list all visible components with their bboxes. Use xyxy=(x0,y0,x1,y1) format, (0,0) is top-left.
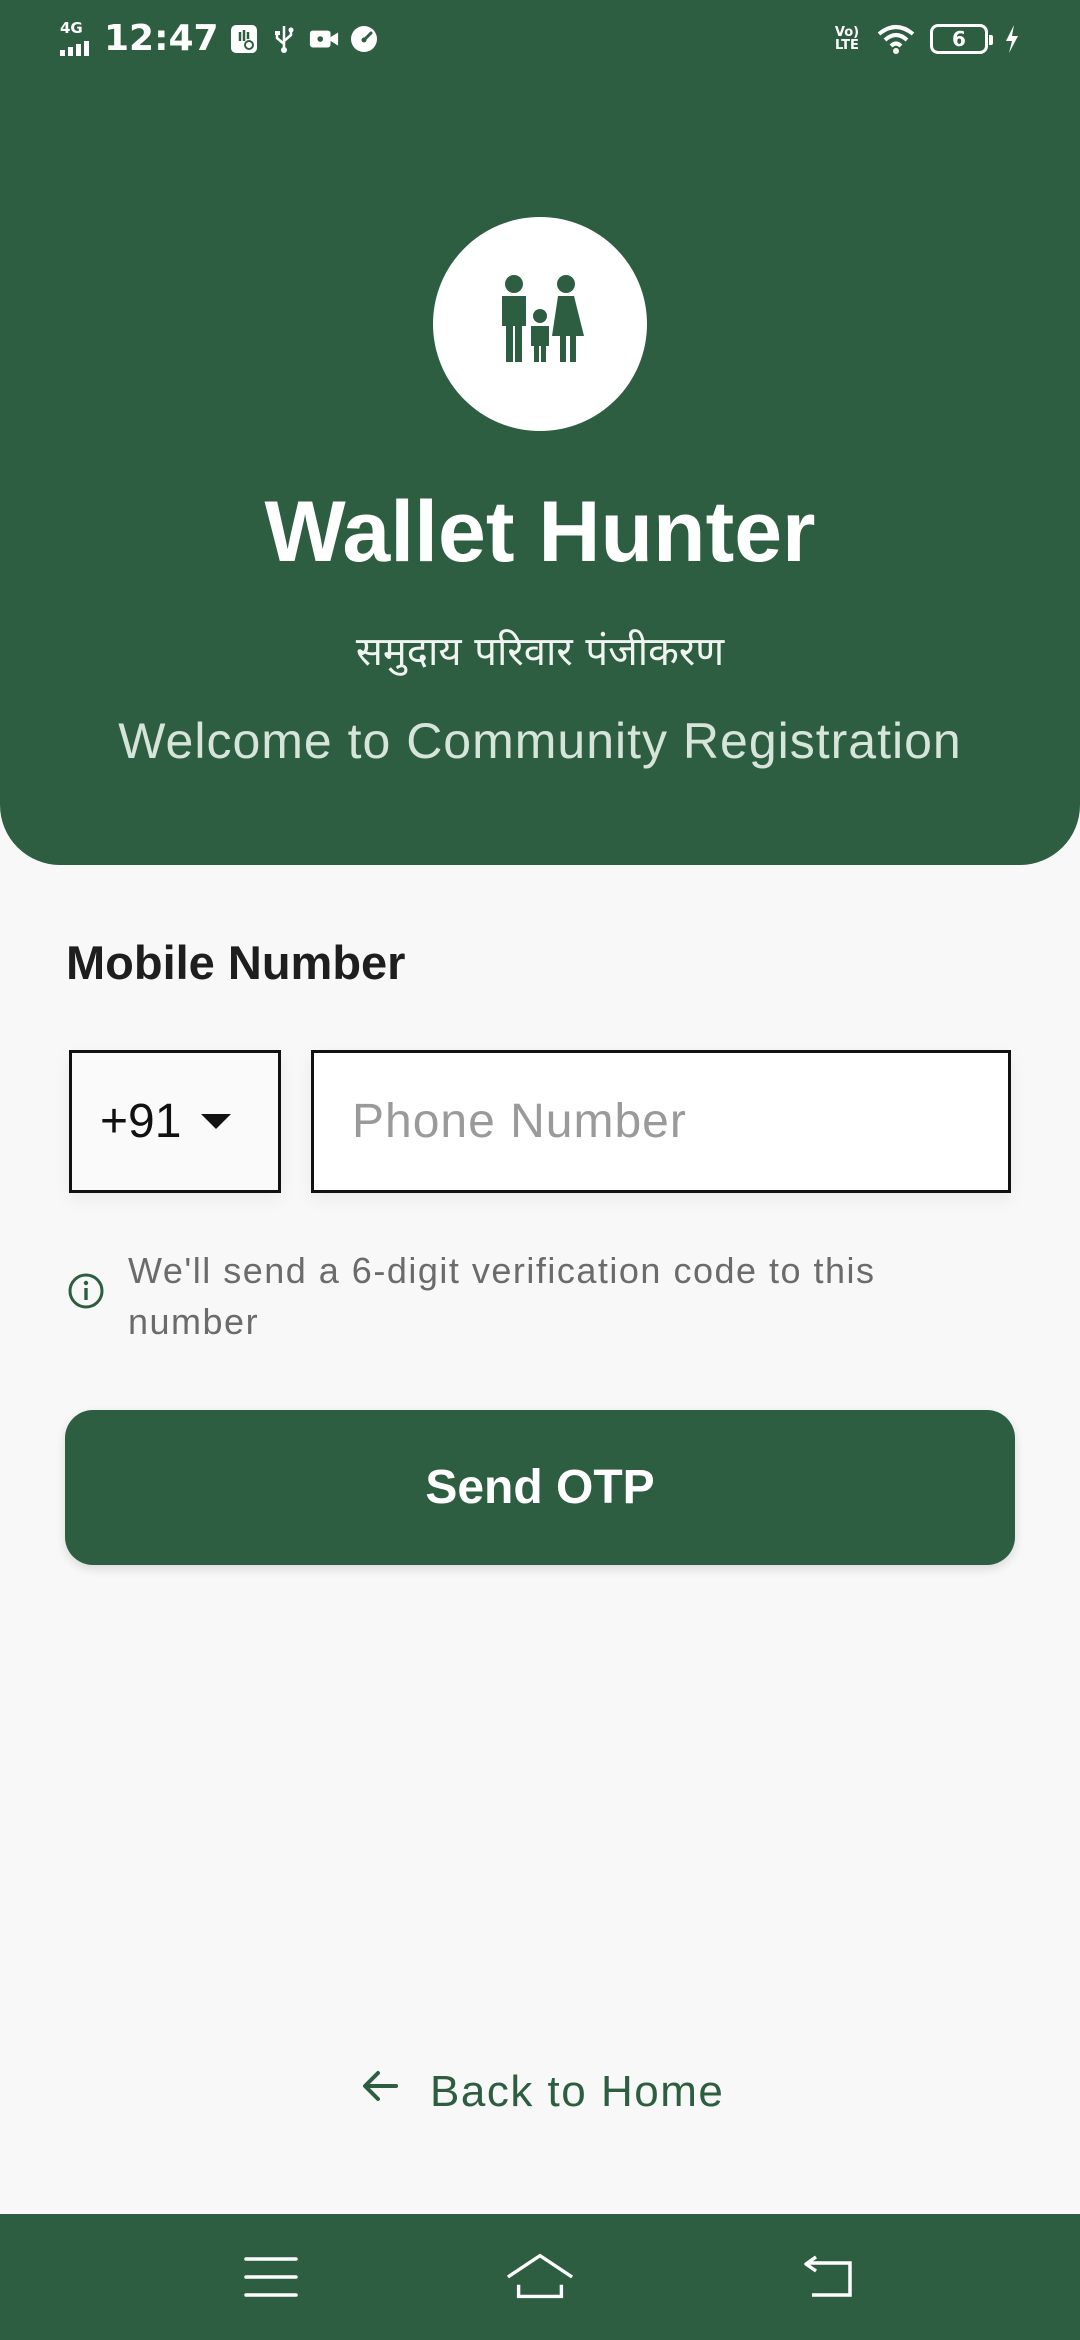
caret-down-icon xyxy=(201,1114,232,1129)
usb-icon xyxy=(269,24,299,54)
mobile-number-label: Mobile Number xyxy=(66,936,406,989)
country-code-dropdown[interactable]: +91 xyxy=(69,1050,281,1193)
menu-icon[interactable] xyxy=(236,2244,306,2310)
app-title: Wallet Hunter xyxy=(264,484,816,580)
back-to-home-label: Back to Home xyxy=(430,2066,725,2116)
phone-number-field[interactable] xyxy=(311,1050,1011,1193)
info-message: We'll send a 6-digit verification code t… xyxy=(66,1245,966,1347)
app-subtitle-english: Welcome to Community Registration xyxy=(118,713,962,769)
header-banner: 4G 12:47 Vo) LTE 6 Wallet Hunter समुदाय … xyxy=(0,0,1080,865)
info-icon xyxy=(66,1271,106,1311)
signal-icon: 4G xyxy=(58,19,94,59)
app-subtitle-hindi: समुदाय परिवार पंजीकरण xyxy=(355,629,725,675)
battery-indicator: 6 xyxy=(930,24,993,54)
send-otp-button[interactable]: Send OTP xyxy=(65,1410,1015,1565)
volte-indicator: Vo) LTE xyxy=(834,25,860,53)
back-to-home-link[interactable]: Back to Home xyxy=(360,2066,724,2117)
family-icon xyxy=(492,274,588,375)
speedometer-icon xyxy=(349,24,379,54)
country-code-value: +91 xyxy=(100,1095,182,1148)
video-camera-icon xyxy=(309,24,339,54)
app-logo xyxy=(433,217,647,431)
home-icon[interactable] xyxy=(505,2244,575,2310)
status-left: 4G 12:47 xyxy=(58,18,379,59)
wifi-icon xyxy=(876,24,916,54)
charging-icon xyxy=(1002,24,1022,54)
network-type: 4G xyxy=(60,18,83,37)
status-time: 12:47 xyxy=(104,18,219,59)
arrow-left-icon xyxy=(360,2066,400,2117)
usb-settings-icon xyxy=(229,24,259,54)
system-nav-bar xyxy=(0,2214,1080,2340)
info-text: We'll send a 6-digit verification code t… xyxy=(128,1250,876,1342)
back-icon[interactable] xyxy=(790,2244,860,2310)
phone-number-input[interactable] xyxy=(314,1053,1008,1190)
status-bar: 4G 12:47 Vo) LTE 6 xyxy=(0,0,1080,84)
status-right: Vo) LTE 6 xyxy=(832,24,1022,54)
